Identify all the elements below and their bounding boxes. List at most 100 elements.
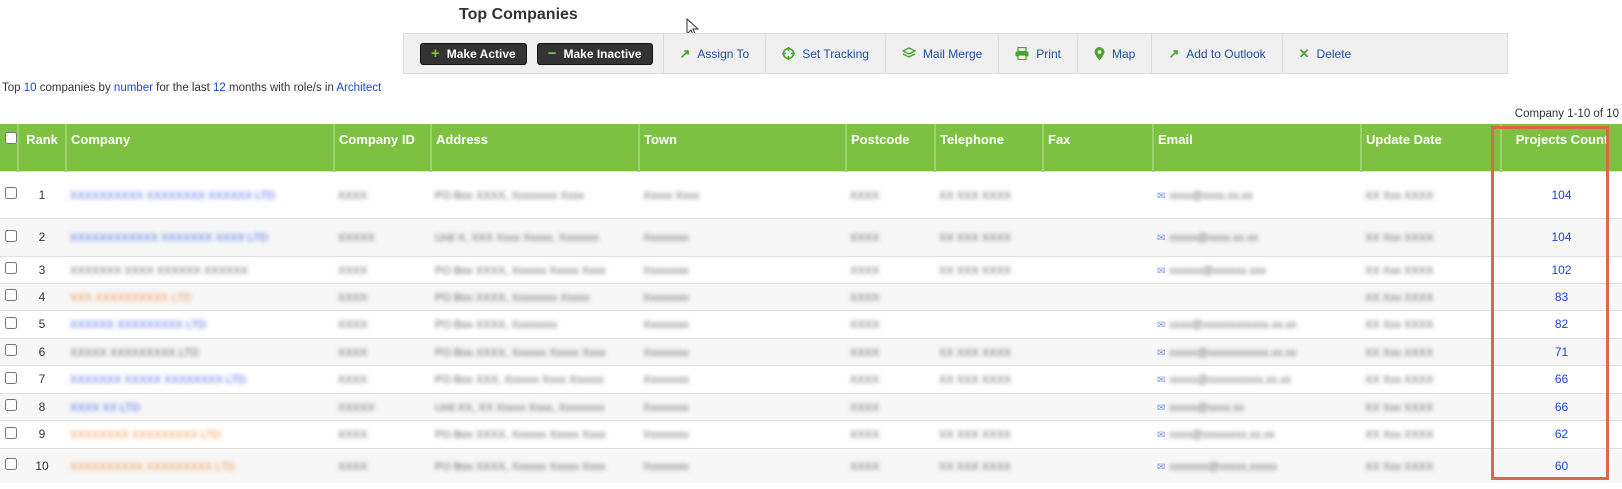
- column-header-telephone[interactable]: Telephone: [934, 124, 1043, 171]
- delete-button[interactable]: ✕ Delete: [1281, 34, 1368, 73]
- mail-merge-button[interactable]: Mail Merge: [884, 34, 998, 73]
- add-to-outlook-button[interactable]: ↗ Add to Outlook: [1151, 34, 1281, 73]
- column-header-email[interactable]: Email: [1152, 124, 1361, 171]
- fax-cell: [1043, 282, 1153, 310]
- table-header-row: Rank Company Company ID Address Town Pos…: [0, 124, 1622, 171]
- column-header-postcode[interactable]: Postcode: [845, 124, 935, 171]
- column-header-update-date[interactable]: Update Date: [1360, 124, 1501, 171]
- company-id-cell: XXXX: [334, 419, 431, 448]
- months-link[interactable]: 12: [213, 82, 226, 94]
- postcode-cell: XXXX: [846, 392, 935, 420]
- email-icon[interactable]: ✉: [1157, 403, 1165, 414]
- top-n-link[interactable]: 10: [24, 82, 37, 94]
- company-value: XXXXXXX XXXX XXXXXX XXXXXX: [70, 264, 248, 277]
- select-cell: [0, 170, 18, 218]
- email-icon[interactable]: ✉: [1157, 233, 1165, 244]
- projects-count-cell[interactable]: 66: [1501, 392, 1622, 420]
- row-checkbox[interactable]: [5, 262, 17, 274]
- projects-count-cell[interactable]: 104: [1501, 217, 1622, 256]
- column-header-rank[interactable]: Rank: [17, 124, 66, 171]
- update-date-cell: XX Xxx XXXX: [1361, 447, 1501, 483]
- column-header-company-id[interactable]: Company ID: [333, 124, 431, 171]
- email-icon[interactable]: ✉: [1157, 320, 1165, 331]
- paging-info: Company 1-10 of 10: [1514, 108, 1619, 120]
- role-link[interactable]: Architect: [336, 82, 381, 94]
- projects-count-cell[interactable]: 83: [1501, 282, 1622, 310]
- column-header-projects-count[interactable]: Projects Count: [1500, 124, 1622, 171]
- company-cell[interactable]: XXXXXXXXXX XXXXXXXXX LTD: [66, 447, 334, 483]
- make-inactive-button[interactable]: − Make Inactive: [536, 42, 653, 65]
- address-cell: PO Box XXXX, Xxxxxx Xxxxx Xxxx: [431, 337, 639, 365]
- projects-count-cell[interactable]: 102: [1501, 255, 1622, 283]
- assign-to-button[interactable]: ↗ Assign To: [662, 34, 766, 73]
- table-row[interactable]: 3 XXXXXXX XXXX XXXXXX XXXXXX XXXX PO Box XX…: [0, 255, 1622, 283]
- projects-count-cell[interactable]: 82: [1501, 309, 1622, 338]
- projects-count-cell[interactable]: 62: [1501, 419, 1622, 448]
- metric-link[interactable]: number: [114, 82, 153, 94]
- company-cell[interactable]: XXXXXXXXXXXX XXXXXXX XXXX LTD: [66, 217, 334, 256]
- rank-cell: 7: [18, 364, 66, 393]
- email-icon[interactable]: ✉: [1157, 375, 1165, 386]
- table-row[interactable]: 9 XXXXXXXX XXXXXXXXX LTD XXXX PO Box XXXX, …: [0, 419, 1622, 448]
- company-cell[interactable]: XXXX XX LTD: [66, 392, 334, 420]
- address-cell: PO Box XXX, Xxxxxx Xxxx Xxxxxx: [431, 364, 639, 393]
- company-cell[interactable]: XXX XXXXXXXXXX LTD: [66, 282, 334, 310]
- row-checkbox[interactable]: [5, 316, 17, 329]
- town-value: Xxxxxxxx: [643, 264, 689, 277]
- address-value: Unit XX, XX Xxxxx Xxxx, Xxxxxxxx: [435, 401, 605, 414]
- projects-count-cell[interactable]: 60: [1501, 447, 1622, 483]
- company-cell[interactable]: XXXXX XXXXXXXXX LTD: [66, 337, 334, 365]
- company-cell[interactable]: XXXXXX XXXXXXXXX LTD: [66, 309, 334, 338]
- company-cell[interactable]: XXXXXXXX XXXXXXXXX LTD: [66, 419, 334, 448]
- company-cell[interactable]: XXXXXXXXXX XXXXXXXX XXXXXX LTD: [66, 170, 334, 218]
- column-header-fax[interactable]: Fax: [1042, 124, 1153, 171]
- telephone-cell: XX XXX XXXX: [935, 447, 1043, 483]
- email-icon[interactable]: ✉: [1157, 266, 1165, 277]
- column-header-company[interactable]: Company: [65, 124, 334, 171]
- table-row[interactable]: 1 XXXXXXXXXX XXXXXXXX XXXXXX LTD XXXX PO Bo…: [0, 170, 1622, 218]
- row-checkbox[interactable]: [5, 371, 17, 384]
- table-row[interactable]: 2 XXXXXXXXXXXX XXXXXXX XXXX LTD XXXXX Unit …: [0, 217, 1622, 256]
- company-cell[interactable]: XXXXXXX XXXXX XXXXXXXX LTD: [66, 364, 334, 393]
- row-checkbox[interactable]: [5, 289, 17, 301]
- projects-count-cell[interactable]: 66: [1501, 364, 1622, 393]
- company-id-cell: XXXXX: [334, 392, 431, 420]
- row-checkbox[interactable]: [5, 458, 17, 471]
- company-id-cell: XXXX: [334, 282, 431, 310]
- table-row[interactable]: 6 XXXXX XXXXXXXXX LTD XXXX PO Box XXXX, Xxx…: [0, 337, 1622, 365]
- table-row[interactable]: 5 XXXXXX XXXXXXXXX LTD XXXX PO Box XXXX, Xx…: [0, 309, 1622, 338]
- column-header-address[interactable]: Address: [430, 124, 639, 171]
- address-value: PO Box XXX, Xxxxxx Xxxx Xxxxxx: [435, 374, 604, 386]
- set-tracking-button[interactable]: Set Tracking: [765, 34, 885, 73]
- row-checkbox[interactable]: [5, 229, 17, 242]
- row-checkbox[interactable]: [5, 344, 17, 356]
- table-row[interactable]: 8 XXXX XX LTD XXXXX Unit XX, XX Xxxxx Xxxx,…: [0, 392, 1622, 420]
- update-date-cell: XX Xxx XXXX: [1361, 255, 1501, 283]
- email-icon[interactable]: ✉: [1157, 348, 1165, 359]
- fax-cell: [1043, 309, 1153, 338]
- table-row[interactable]: 10 XXXXXXXXXX XXXXXXXXX LTD XXXX PO Box XXX…: [0, 447, 1622, 483]
- email-icon[interactable]: ✉: [1157, 430, 1165, 441]
- company-id-value: XXXX: [338, 291, 368, 304]
- select-all-checkbox[interactable]: [5, 132, 17, 144]
- row-checkbox[interactable]: [5, 399, 17, 411]
- projects-count-cell[interactable]: 104: [1501, 170, 1622, 218]
- row-checkbox[interactable]: [5, 187, 17, 199]
- print-button[interactable]: Print: [998, 34, 1077, 73]
- table-row[interactable]: 7 XXXXXXX XXXXX XXXXXXXX LTD XXXX PO Box XX…: [0, 364, 1622, 393]
- address-cell: PO Box XXXX, Xxxxxxxx: [431, 309, 639, 338]
- email-icon[interactable]: ✉: [1157, 462, 1165, 473]
- map-button[interactable]: Map: [1076, 34, 1151, 73]
- town-value: Xxxxxxxx: [643, 429, 689, 441]
- address-cell: PO Box XXXX, Xxxxxxxx Xxxx: [431, 170, 639, 218]
- update-date-value: XX Xxx XXXX: [1365, 319, 1434, 331]
- company-cell[interactable]: XXXXXXX XXXX XXXXXX XXXXXX: [66, 255, 334, 283]
- table-row[interactable]: 4 XXX XXXXXXXXXX LTD XXXX PO Box XXXX, Xxxx…: [0, 282, 1622, 310]
- projects-count-cell[interactable]: 71: [1501, 337, 1622, 365]
- row-checkbox[interactable]: [5, 426, 17, 439]
- column-header-town[interactable]: Town: [638, 124, 846, 171]
- email-icon[interactable]: ✉: [1157, 191, 1165, 202]
- make-active-button[interactable]: + Make Active: [420, 42, 527, 65]
- email-cell: ✉ xxxx@xxxxxxxx.xx.xx: [1153, 419, 1361, 448]
- address-value: PO Box XXXX, Xxxxxx Xxxxx Xxxx: [435, 264, 606, 277]
